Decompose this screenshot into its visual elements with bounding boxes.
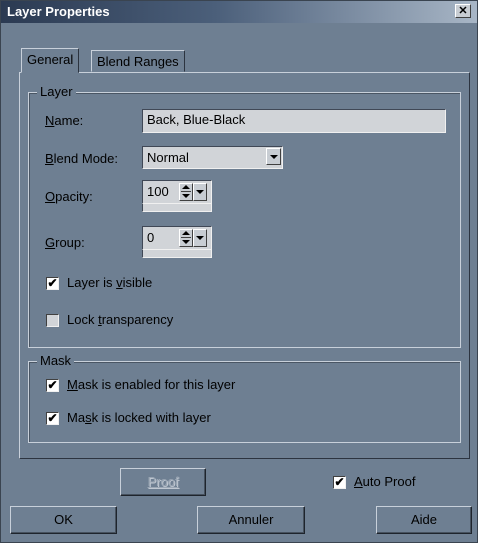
group-dropdown-icon[interactable]: [193, 229, 207, 247]
group-updown-icon[interactable]: [179, 229, 193, 247]
layer-properties-dialog: Layer Properties ✕ General Blend Ranges …: [0, 0, 478, 543]
auto-proof-label[interactable]: Auto Proof: [354, 474, 415, 489]
group-spinner[interactable]: 0: [142, 226, 214, 260]
mask-locked-checkbox[interactable]: ✔: [46, 412, 59, 425]
name-label: Name:: [45, 113, 84, 128]
blend-mode-label: Blend Mode:: [45, 151, 118, 166]
tab-blend-ranges-label: Blend Ranges: [97, 54, 179, 69]
mask-groupbox: Mask ✔ Mask is enabled for this layer ✔ …: [28, 353, 461, 443]
help-button[interactable]: Aide: [376, 506, 472, 534]
mask-enabled-checkbox[interactable]: ✔: [46, 379, 59, 392]
group-label: Group:: [45, 235, 85, 250]
cancel-button[interactable]: Annuler: [197, 506, 305, 534]
mask-group-title: Mask: [37, 353, 75, 368]
blend-mode-select[interactable]: Normal: [142, 146, 283, 169]
tab-general-label: General: [27, 52, 74, 67]
opacity-label: Opacity:: [45, 189, 93, 204]
opacity-updown-icon[interactable]: [179, 183, 193, 201]
tab-blend-ranges[interactable]: Blend Ranges: [91, 50, 185, 72]
blend-mode-value: Normal: [147, 150, 189, 165]
close-icon[interactable]: ✕: [455, 4, 471, 18]
lock-transparency-label[interactable]: Lock transparency: [67, 312, 173, 327]
title-bar[interactable]: Layer Properties ✕: [1, 1, 477, 23]
layer-visible-label[interactable]: Layer is visible: [67, 275, 152, 290]
layer-group-title: Layer: [37, 84, 76, 99]
tab-general[interactable]: General: [21, 48, 80, 73]
proof-button-label: Proof: [147, 474, 179, 489]
lock-transparency-checkbox[interactable]: [46, 314, 59, 327]
general-tab-panel: Layer Name: Back, Blue-Black Blend Mode:…: [19, 72, 470, 459]
window-title: Layer Properties: [7, 4, 110, 19]
chevron-down-icon[interactable]: [266, 148, 281, 165]
group-field-underline: [142, 250, 212, 258]
ok-button[interactable]: OK: [10, 506, 117, 534]
mask-locked-label[interactable]: Mask is locked with layer: [67, 410, 211, 425]
opacity-spinner[interactable]: 100: [142, 180, 214, 214]
opacity-field-underline: [142, 204, 212, 212]
auto-proof-checkbox[interactable]: ✔: [333, 476, 346, 489]
layer-visible-checkbox[interactable]: ✔: [46, 277, 59, 290]
layer-groupbox: Layer Name: Back, Blue-Black Blend Mode:…: [28, 84, 461, 348]
name-field[interactable]: Back, Blue-Black: [142, 109, 446, 133]
mask-enabled-label[interactable]: Mask is enabled for this layer: [67, 377, 235, 392]
proof-button[interactable]: Proof: [120, 468, 206, 496]
opacity-dropdown-icon[interactable]: [193, 183, 207, 201]
